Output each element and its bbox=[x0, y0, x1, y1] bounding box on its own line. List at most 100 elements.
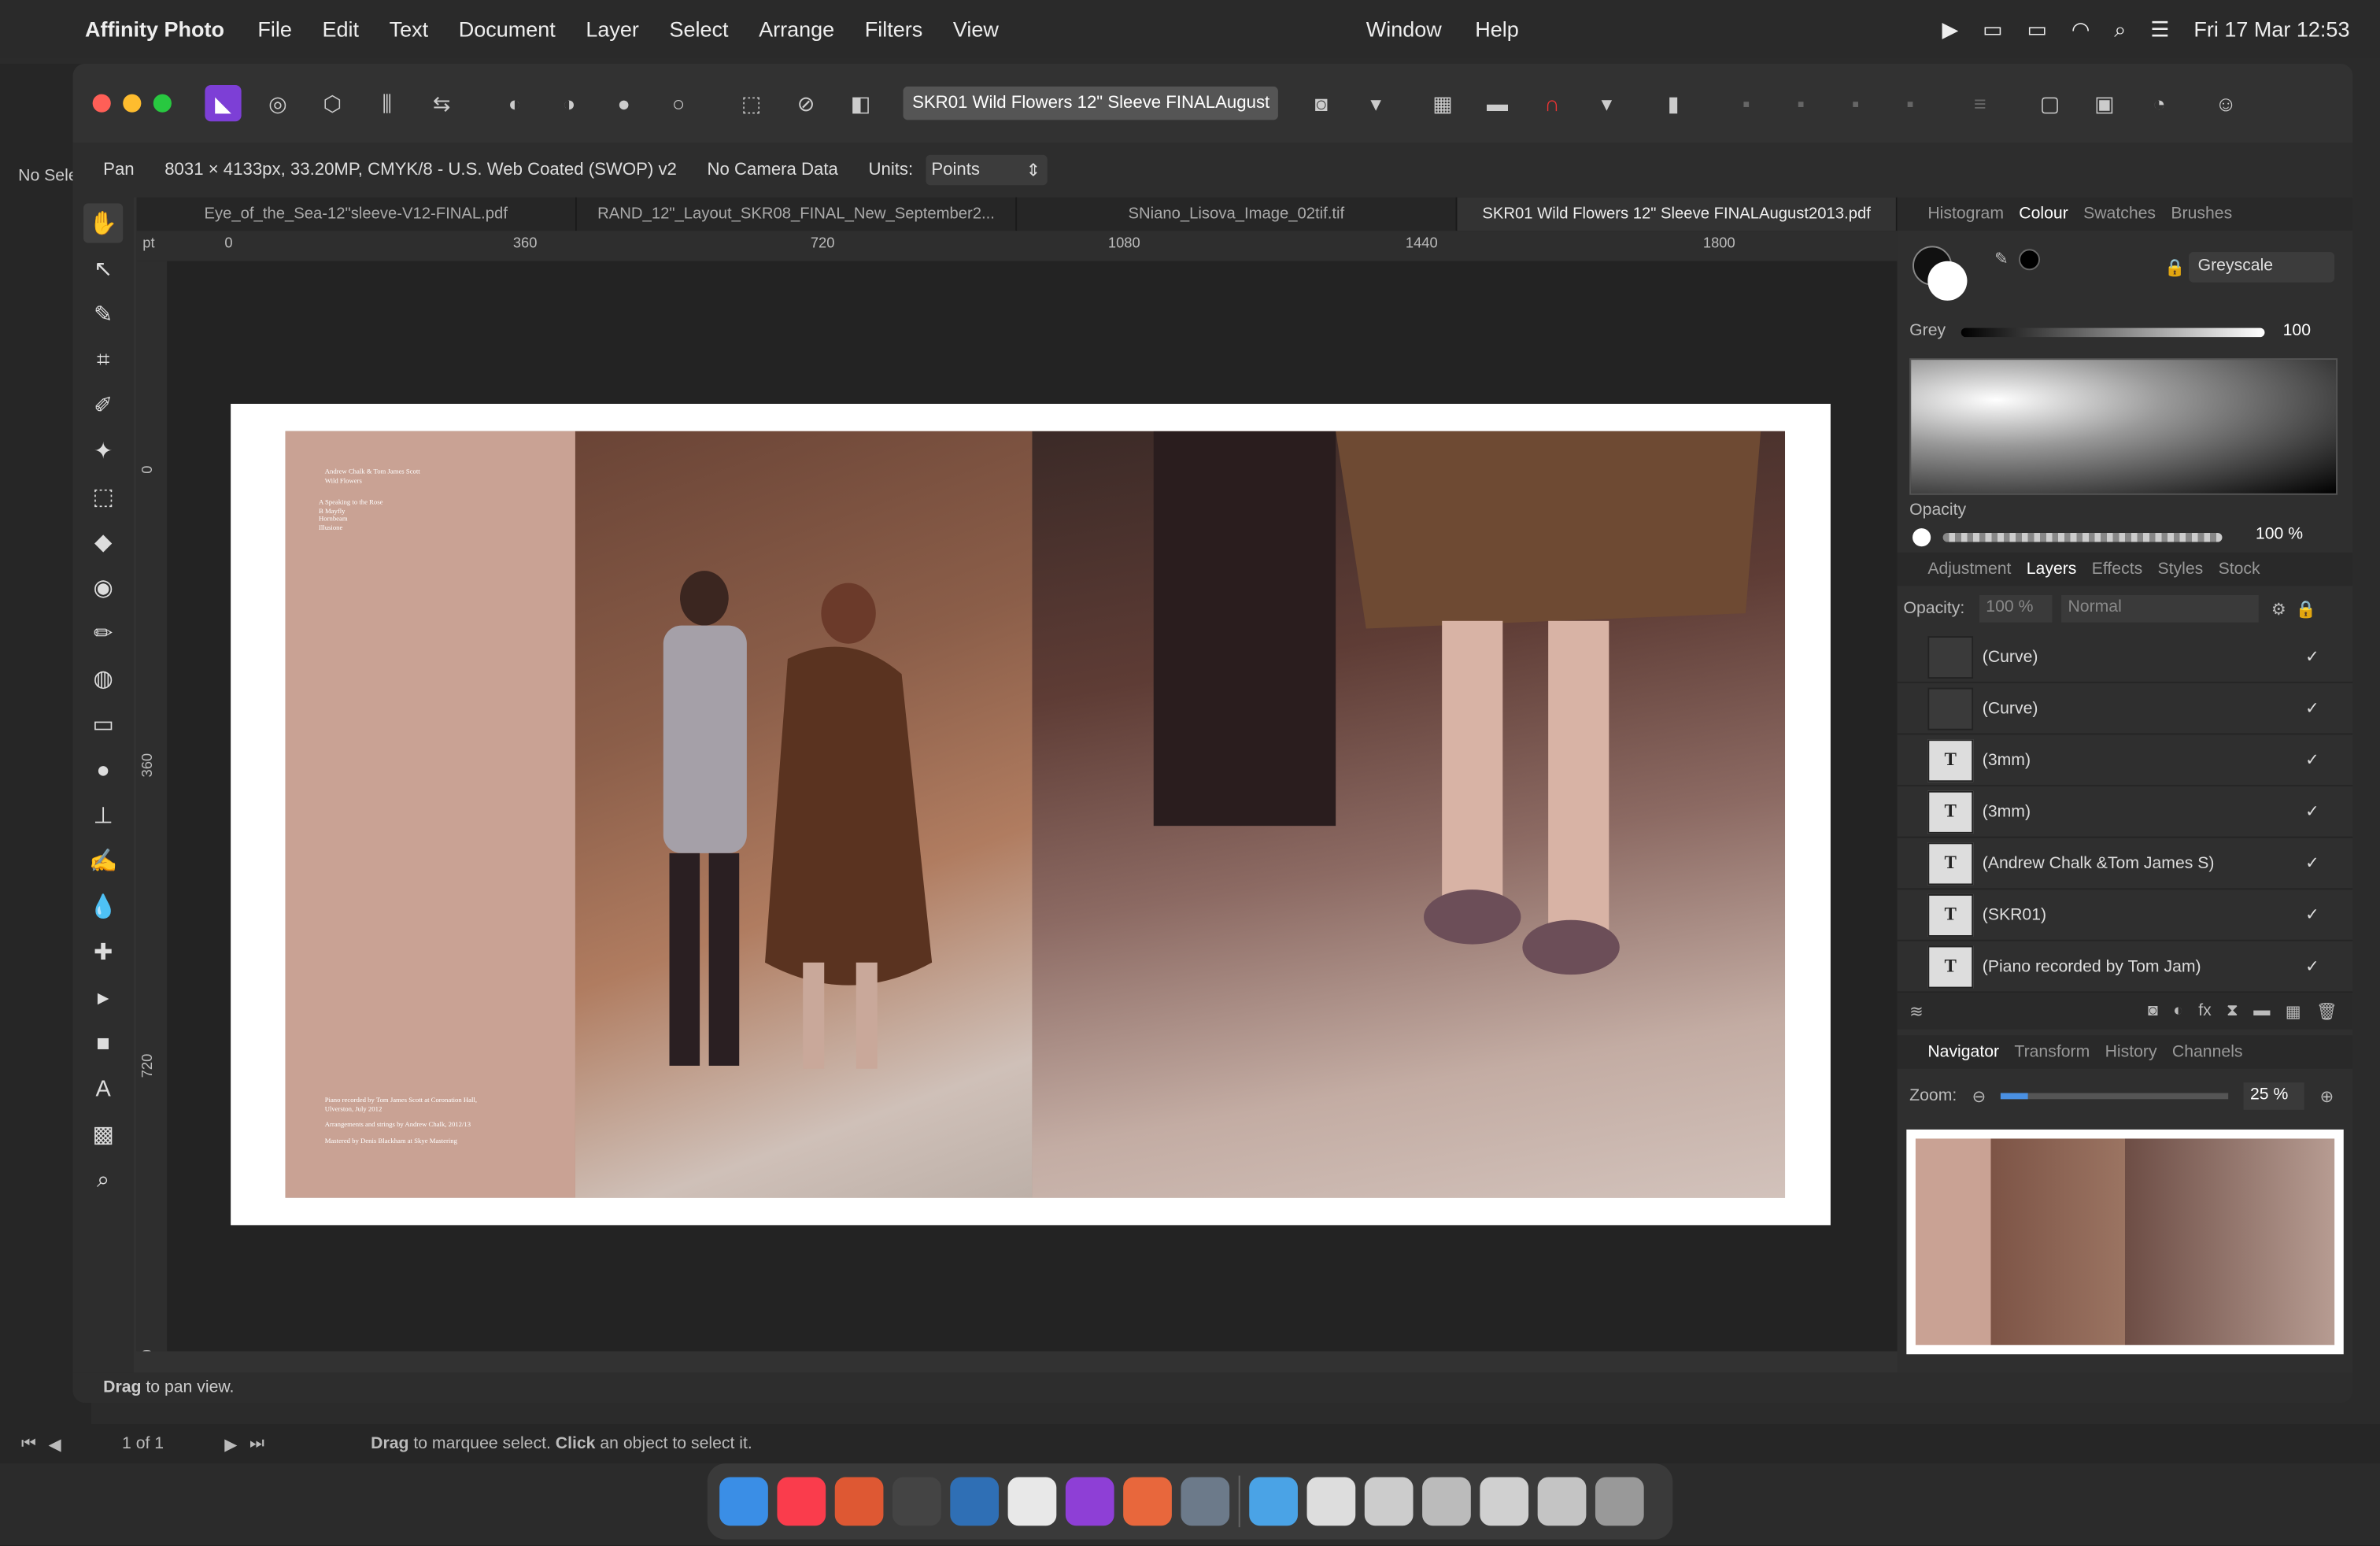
units-select[interactable]: Points ⇕ bbox=[925, 154, 1047, 186]
tab-sniano-lisova[interactable]: SNiano_Lisova_Image_02tif.tif bbox=[1017, 197, 1458, 231]
search-icon[interactable]: ⌕ bbox=[2114, 16, 2126, 42]
tab-rand-layout[interactable]: RAND_12"_Layout_SKR08_FINAL_New_Septembe… bbox=[577, 197, 1018, 231]
zoom-window-button[interactable] bbox=[153, 94, 172, 113]
delete-layer-icon[interactable]: 🗑 bbox=[2316, 1001, 2338, 1021]
vertical-ruler[interactable]: 0 360 720 1080 bbox=[136, 261, 168, 1352]
menu-edit[interactable]: Edit bbox=[322, 17, 359, 41]
rect-marquee-icon[interactable]: ⬚ bbox=[83, 477, 123, 516]
flood-select-icon[interactable]: ✦ bbox=[83, 431, 123, 471]
fx-icon[interactable]: fx bbox=[2198, 1002, 2212, 1020]
next-page-icon[interactable]: ▶ bbox=[224, 1434, 237, 1453]
tab-skr01-wild-flowers[interactable]: SKR01 Wild Flowers 12" Sleeve FINALAugus… bbox=[1457, 197, 1898, 231]
visibility-checkbox[interactable]: ✓ bbox=[2305, 647, 2319, 667]
levels-icon[interactable]: ◐ bbox=[497, 85, 533, 121]
menu-help[interactable]: Help bbox=[1475, 17, 1519, 41]
text-tool-icon[interactable]: A bbox=[83, 1069, 123, 1108]
close-window-button[interactable] bbox=[92, 94, 111, 113]
tab-eye-of-the-sea[interactable]: Eye_of_the_Sea-12"sleeve-V12-FINAL.pdf bbox=[137, 197, 577, 231]
white-balance-icon[interactable]: ◑ bbox=[551, 85, 587, 121]
visibility-checkbox[interactable]: ✓ bbox=[2305, 698, 2319, 718]
layer-row[interactable]: T (SKR01) ✓ bbox=[1897, 890, 2353, 941]
lock-icon[interactable]: 🔒 bbox=[2295, 599, 2315, 619]
tab-channels[interactable]: Channels bbox=[2172, 1043, 2243, 1061]
snapping-icon[interactable]: ∩ bbox=[1534, 85, 1570, 121]
tab-swatches[interactable]: Swatches bbox=[2083, 205, 2156, 223]
tab-colour[interactable]: Colour bbox=[2019, 205, 2068, 223]
zoom-out-icon[interactable]: ⊖ bbox=[1972, 1086, 1986, 1106]
studio-3-icon[interactable]: ◔ bbox=[2141, 85, 2177, 121]
node-tool-icon[interactable]: ▸ bbox=[83, 978, 123, 1017]
menu-window[interactable]: Window bbox=[1366, 17, 1442, 41]
colour-icon[interactable]: ○ bbox=[660, 85, 697, 121]
preview-icon[interactable] bbox=[1181, 1477, 1230, 1526]
opacity-value[interactable]: 100 % bbox=[2256, 525, 2303, 543]
zoom-value[interactable]: 25 % bbox=[2244, 1082, 2305, 1110]
layer-opacity-field[interactable]: 100 % bbox=[1979, 595, 2053, 623]
document-stack-icon[interactable] bbox=[1306, 1477, 1356, 1526]
mask-layer-icon[interactable]: ◙ bbox=[2148, 1002, 2158, 1020]
visibility-checkbox[interactable]: ✓ bbox=[2305, 956, 2319, 976]
sleeve-artwork[interactable]: Andrew Chalk & Tom James Scott Wild Flow… bbox=[285, 431, 1786, 1198]
tab-stock[interactable]: Stock bbox=[2219, 560, 2260, 579]
tab-adjustment[interactable]: Adjustment bbox=[1927, 560, 2011, 579]
recent-stack-icon[interactable] bbox=[1422, 1477, 1471, 1526]
photo-persona-icon[interactable]: ◣ bbox=[205, 85, 242, 122]
eyedropper-icon[interactable]: ✎ bbox=[1994, 249, 2009, 268]
menu-text[interactable]: Text bbox=[390, 17, 429, 41]
screenshots-stack-icon[interactable] bbox=[1480, 1477, 1529, 1526]
selection-brush-icon[interactable]: ✐ bbox=[83, 386, 123, 425]
colour-model-select[interactable]: Greyscale bbox=[2189, 252, 2335, 283]
safari-icon[interactable] bbox=[893, 1477, 941, 1526]
gradient-tool-icon[interactable]: ◉ bbox=[83, 568, 123, 607]
visibility-checkbox[interactable]: ✓ bbox=[2305, 853, 2319, 873]
menu-select[interactable]: Select bbox=[669, 17, 728, 41]
color-picker-tool-icon[interactable]: ✎ bbox=[83, 294, 123, 334]
healing-brush-icon[interactable]: ✚ bbox=[83, 932, 123, 971]
studio-2-icon[interactable]: ▣ bbox=[2086, 85, 2123, 121]
align-2-icon[interactable]: ▪ bbox=[1783, 85, 1819, 121]
navigator-preview[interactable] bbox=[1906, 1129, 2344, 1355]
tab-histogram[interactable]: Histogram bbox=[1927, 205, 2004, 223]
layer-row[interactable]: (Curve) ✓ bbox=[1897, 683, 2353, 735]
affinity-publisher-icon[interactable] bbox=[1123, 1477, 1172, 1526]
tab-history[interactable]: History bbox=[2105, 1043, 2157, 1061]
snapping-dropdown-icon[interactable]: ▾ bbox=[1588, 85, 1624, 121]
secondary-colour-swatch[interactable] bbox=[1927, 261, 1968, 301]
layers-stack-icon[interactable]: ≋ bbox=[1909, 1001, 1924, 1021]
layer-row[interactable]: T (Andrew Chalk &Tom James S) ✓ bbox=[1897, 838, 2353, 890]
clone-brush-icon[interactable]: ⊥ bbox=[83, 796, 123, 835]
wifi-icon[interactable]: ◠ bbox=[2071, 16, 2090, 42]
control-center-icon[interactable]: ☰ bbox=[2150, 16, 2169, 42]
blend-mode-select[interactable]: Normal bbox=[2061, 595, 2260, 623]
prev-page-icon[interactable]: ◀ bbox=[49, 1434, 61, 1453]
play-icon[interactable]: ▶ bbox=[1942, 16, 1958, 42]
menu-layer[interactable]: Layer bbox=[586, 17, 639, 41]
last-page-icon[interactable]: ⏭ bbox=[249, 1434, 264, 1454]
align-1-icon[interactable]: ▪ bbox=[1728, 85, 1765, 121]
opacity-slider[interactable] bbox=[1942, 532, 2223, 542]
visibility-checkbox[interactable]: ✓ bbox=[2305, 750, 2319, 770]
distribute-icon[interactable]: ≡ bbox=[1962, 85, 1998, 121]
hand-tool-icon[interactable]: ✋ bbox=[83, 203, 124, 243]
document-page[interactable]: Andrew Chalk & Tom James Scott Wild Flow… bbox=[231, 404, 1831, 1226]
menu-filters[interactable]: Filters bbox=[865, 17, 923, 41]
battery-icon[interactable]: ▭ bbox=[2027, 16, 2047, 42]
hsl-icon[interactable]: ● bbox=[606, 85, 642, 121]
adjustment-layer-icon[interactable]: ◐ bbox=[2173, 1002, 2183, 1020]
menu-arrange[interactable]: Arrange bbox=[759, 17, 834, 41]
minimize-window-button[interactable] bbox=[123, 94, 142, 113]
menu-document[interactable]: Document bbox=[459, 17, 556, 41]
arrange-icon[interactable]: ▬ bbox=[1479, 85, 1515, 121]
tab-transform[interactable]: Transform bbox=[2014, 1043, 2090, 1061]
tab-navigator[interactable]: Navigator bbox=[1927, 1043, 1999, 1061]
finder-icon[interactable] bbox=[719, 1477, 768, 1526]
export-persona-icon[interactable]: ⇆ bbox=[423, 85, 460, 121]
files-stack-icon[interactable] bbox=[1537, 1477, 1587, 1526]
group-folder-icon[interactable]: ▬ bbox=[2253, 1002, 2270, 1020]
menu-file[interactable]: File bbox=[257, 17, 292, 41]
account-icon[interactable]: ☺ bbox=[2208, 85, 2244, 121]
duckduckgo-icon[interactable] bbox=[834, 1477, 884, 1526]
grey-value[interactable]: 100 bbox=[2283, 322, 2311, 340]
gear-icon[interactable]: ⚙ bbox=[2271, 599, 2286, 619]
picked-colour[interactable] bbox=[2019, 249, 2041, 271]
